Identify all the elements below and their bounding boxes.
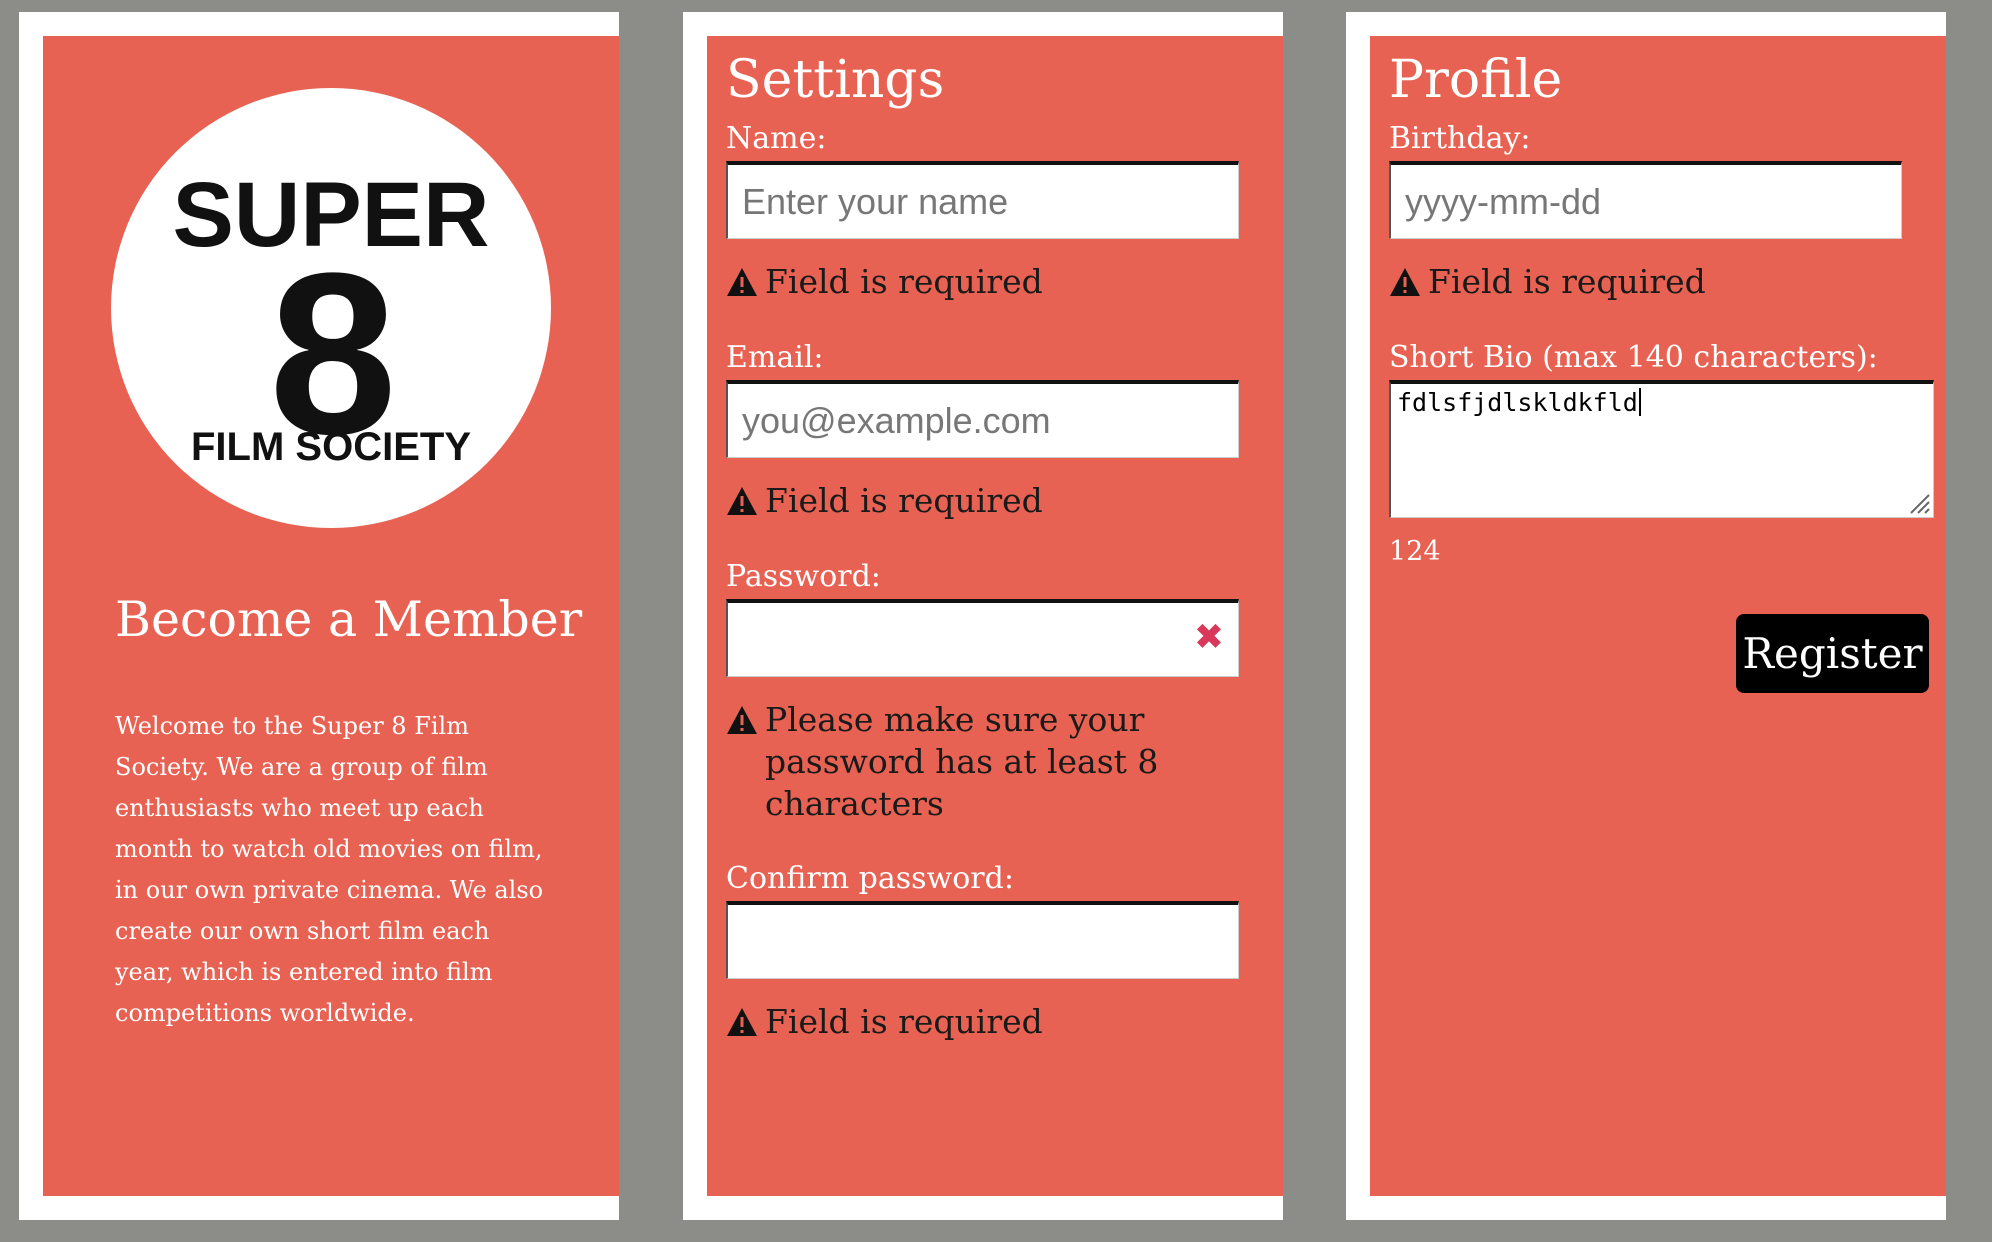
clear-icon[interactable]: ✖ (1188, 617, 1230, 659)
email-error: Field is required (726, 480, 1226, 522)
birthday-field[interactable]: yyyy-mm-dd (1389, 161, 1902, 239)
logo-text-society: FILM SOCIETY (191, 425, 471, 469)
resize-grip-icon[interactable] (1907, 491, 1931, 515)
name-error: Field is required (726, 261, 1226, 303)
birthday-error-text: Field is required (1428, 262, 1706, 301)
intro-description: Welcome to the Super 8 Film Society. We … (115, 712, 544, 1027)
bio-textarea[interactable]: fdlsfjdlskldkfld (1389, 380, 1934, 518)
email-label: Email: (726, 340, 824, 375)
email-error-text: Field is required (765, 481, 1043, 520)
warning-icon (1390, 268, 1420, 296)
settings-card: Settings Name: Enter your name Field is … (683, 12, 1283, 1220)
register-button[interactable]: Register (1736, 614, 1929, 693)
settings-panel: Settings Name: Enter your name Field is … (707, 36, 1283, 1196)
super8-logo-image: SUPER 8 FILM SOCIETY (173, 164, 490, 482)
bio-label: Short Bio (max 140 characters): (1389, 340, 1878, 375)
profile-card: Profile Birthday: yyyy-mm-dd Field is re… (1346, 12, 1946, 1220)
password-label: Password: (726, 559, 881, 594)
warning-icon (727, 268, 757, 296)
warning-icon (727, 1008, 757, 1036)
password-error: Please make sure your password has at le… (726, 699, 1166, 825)
profile-panel: Profile Birthday: yyyy-mm-dd Field is re… (1370, 36, 1946, 1196)
birthday-error: Field is required (1389, 261, 1889, 303)
profile-title: Profile (1389, 50, 1563, 110)
password-field[interactable]: ✖ (726, 599, 1239, 677)
name-field[interactable]: Enter your name (726, 161, 1239, 239)
password-error-text: Please make sure your password has at le… (765, 700, 1159, 823)
become-member-title: Become a Member (115, 591, 583, 648)
warning-icon (727, 706, 757, 734)
email-field[interactable]: you@example.com (726, 380, 1239, 458)
text-caret (1638, 388, 1641, 416)
bio-char-counter: 124 (1389, 536, 1441, 567)
intro-panel: SUPER 8 FILM SOCIETY Become a Member Wel… (43, 36, 619, 1196)
super8-logo: SUPER 8 FILM SOCIETY (111, 88, 551, 528)
intro-card: SUPER 8 FILM SOCIETY Become a Member Wel… (19, 12, 619, 1220)
name-label: Name: (726, 121, 827, 156)
bio-text: fdlsfjdlskldkfld (1397, 388, 1638, 417)
confirm-password-error-text: Field is required (765, 1002, 1043, 1041)
name-error-text: Field is required (765, 262, 1043, 301)
birthday-label: Birthday: (1389, 121, 1531, 156)
settings-title: Settings (726, 50, 945, 110)
confirm-password-field[interactable] (726, 901, 1239, 979)
confirm-password-error: Field is required (726, 1001, 1226, 1043)
warning-icon (727, 487, 757, 515)
confirm-password-label: Confirm password: (726, 861, 1014, 896)
